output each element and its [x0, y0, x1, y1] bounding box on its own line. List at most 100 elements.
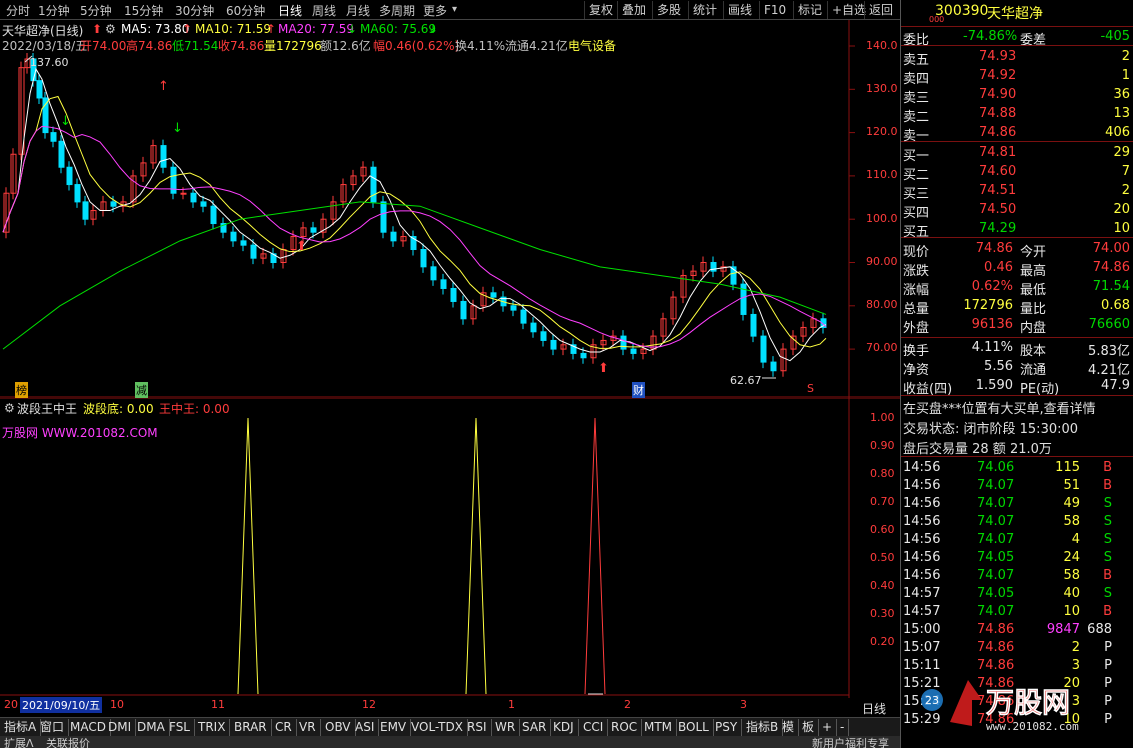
stock-header: 000 300390 天华超净: [901, 3, 1133, 25]
stats-button[interactable]: 统计: [688, 1, 721, 19]
tick-volume: 24: [1063, 550, 1080, 565]
period-15min[interactable]: 15分钟: [124, 2, 163, 19]
period-30min[interactable]: 30分钟: [175, 2, 214, 19]
indicator-tab[interactable]: WR: [491, 719, 521, 736]
x-axis-prefix: 20: [4, 698, 18, 711]
bid-row[interactable]: 买二 74.60 7: [901, 163, 1133, 183]
period-1min[interactable]: 1分钟: [38, 2, 70, 19]
indicator-tab[interactable]: DMI: [104, 719, 137, 736]
indicator-tab[interactable]: SAR: [518, 719, 552, 736]
stat-label: 换手: [903, 344, 930, 359]
indicator-tab[interactable]: EMV: [376, 719, 412, 736]
indicator-tab[interactable]: VOL-TDX: [407, 719, 468, 736]
bid-label: 买二: [903, 168, 930, 183]
indicator-tab[interactable]: KDJ: [549, 719, 579, 736]
stat-label: 最低: [1020, 283, 1047, 298]
indicator-tab[interactable]: +: [818, 719, 838, 736]
indicator-tab[interactable]: -: [836, 719, 850, 736]
candle-body: [66, 166, 73, 186]
bid-row[interactable]: 买四 74.50 20: [901, 201, 1133, 221]
marker-jian[interactable]: 减: [135, 382, 148, 398]
overlay-button[interactable]: 叠加: [617, 1, 650, 19]
tick-row: 14:57 74.05 40 S: [901, 585, 1133, 603]
candle-body: [36, 80, 43, 99]
indicator-tab[interactable]: CR: [271, 719, 297, 736]
ind-y-tick: 0.60: [870, 523, 895, 536]
expand-button[interactable]: 扩展ᐱ: [4, 735, 34, 748]
period-60min[interactable]: 60分钟: [226, 2, 265, 19]
stat-label: 量比: [1020, 302, 1047, 317]
settings-icon[interactable]: ⚙: [4, 401, 15, 415]
ind-y-tick: 0.70: [870, 495, 895, 508]
indicator-tab[interactable]: CCI: [579, 719, 609, 736]
bid-row[interactable]: 买一 74.81 29: [901, 144, 1133, 164]
bid-row[interactable]: 买五 74.29 10: [901, 220, 1133, 240]
indicator-tab[interactable]: MTM: [640, 719, 678, 736]
related-quote-button[interactable]: 关联报价: [46, 735, 90, 748]
bid-row[interactable]: 买三 74.51 2: [901, 182, 1133, 202]
ask-row[interactable]: 卖三 74.90 36: [901, 86, 1133, 106]
y-tick: 70.00: [866, 341, 898, 354]
indicator-tab[interactable]: 模: [778, 719, 800, 736]
candle-body: [240, 240, 247, 246]
indicator-tab[interactable]: TRIX: [194, 719, 231, 736]
indicator-tab[interactable]: 窗口: [36, 719, 70, 736]
ask-row[interactable]: 卖二 74.88 13: [901, 105, 1133, 125]
notice-text[interactable]: 在买盘***位置有大买单,查看详情: [903, 398, 1096, 417]
multi-stock-button[interactable]: 多股: [652, 1, 685, 19]
indicator-line1: 波段底: 0.00: [83, 402, 154, 416]
marker-cai[interactable]: 财: [632, 382, 645, 398]
ask-price: 74.93: [979, 49, 1017, 64]
info-high: 高74.86: [126, 39, 173, 53]
ask-row[interactable]: 卖五 74.93 2: [901, 48, 1133, 68]
info-change: 幅0.46(0.62%): [373, 39, 460, 53]
mark-button[interactable]: 标记: [793, 1, 826, 19]
period-weekly[interactable]: 周线: [312, 2, 336, 19]
marker-bang[interactable]: 榜: [15, 382, 28, 398]
f10-button[interactable]: F10: [759, 1, 790, 19]
bid-label: 买三: [903, 187, 930, 202]
tick-volume: 40: [1063, 586, 1080, 601]
min-price-label: 62.67: [730, 374, 762, 387]
indicator-tab[interactable]: ROC: [607, 719, 643, 736]
indicator-tab[interactable]: 板: [798, 719, 820, 736]
period-monthly[interactable]: 月线: [346, 2, 370, 19]
x-axis-current-date: 2021/09/10/五: [20, 697, 103, 713]
ma10-arrow-icon: ↑: [266, 22, 277, 36]
x-axis-month: 10: [110, 698, 124, 711]
period-5min[interactable]: 5分钟: [80, 2, 112, 19]
kline-chart[interactable]: ↓ ↓ ↑ ⬆ ⬆ 天华超净(日线) ⬆ ⚙ MA5: 73.80 ↑ MA10: 71…: [0, 20, 900, 398]
info-industry: 电气设备: [568, 39, 617, 53]
period-daily[interactable]: 日线: [278, 2, 302, 19]
indicator-tab[interactable]: FSL: [165, 719, 195, 736]
bid-price: 74.29: [979, 221, 1017, 236]
tick-row: 14:56 74.06 115 B: [901, 459, 1133, 477]
marker-s[interactable]: S: [807, 382, 814, 395]
draw-line-button[interactable]: 画线: [723, 1, 756, 19]
x-axis-month: 1: [508, 698, 515, 711]
tick-price: 74.07: [977, 604, 1015, 619]
restore-rights-button[interactable]: 复权: [584, 1, 617, 19]
indicator-tab[interactable]: VR: [295, 719, 321, 736]
ind-y-tick: 1.00: [870, 411, 895, 424]
x-axis-month: 3: [740, 698, 747, 711]
indicator-tab[interactable]: BOLL: [674, 719, 714, 736]
period-fenshi[interactable]: 分时: [6, 2, 30, 19]
indicator-tab[interactable]: PSY: [711, 719, 743, 736]
tick-time: 14:56: [903, 550, 941, 565]
indicator-chart[interactable]: ⚙ 波段王中王 波段底: 0.00 王中王: 0.00 万股网 WWW.2010…: [0, 398, 900, 716]
notice-link[interactable]: 在买盘***位置有大买单,查看详情: [901, 397, 1133, 417]
bid-volume: 10: [1113, 221, 1130, 236]
more-chevron-icon[interactable]: ▾: [452, 4, 457, 15]
indicator-tab[interactable]: RSI: [463, 719, 492, 736]
back-button[interactable]: 返回: [864, 1, 897, 19]
period-multi[interactable]: 多周期: [379, 2, 415, 19]
settings-icon[interactable]: ⚙: [105, 22, 116, 36]
tick-row: 14:56 74.07 4 S: [901, 531, 1133, 549]
period-more[interactable]: 更多: [423, 2, 447, 19]
new-user-benefit-link[interactable]: 新用户福利专享: [812, 735, 889, 748]
indicator-tab[interactable]: BRAR: [230, 719, 272, 736]
ask-row[interactable]: 卖四 74.92 1: [901, 67, 1133, 87]
stat-value: 5.56: [984, 359, 1013, 374]
ask-row[interactable]: 卖一 74.86 406: [901, 124, 1133, 144]
